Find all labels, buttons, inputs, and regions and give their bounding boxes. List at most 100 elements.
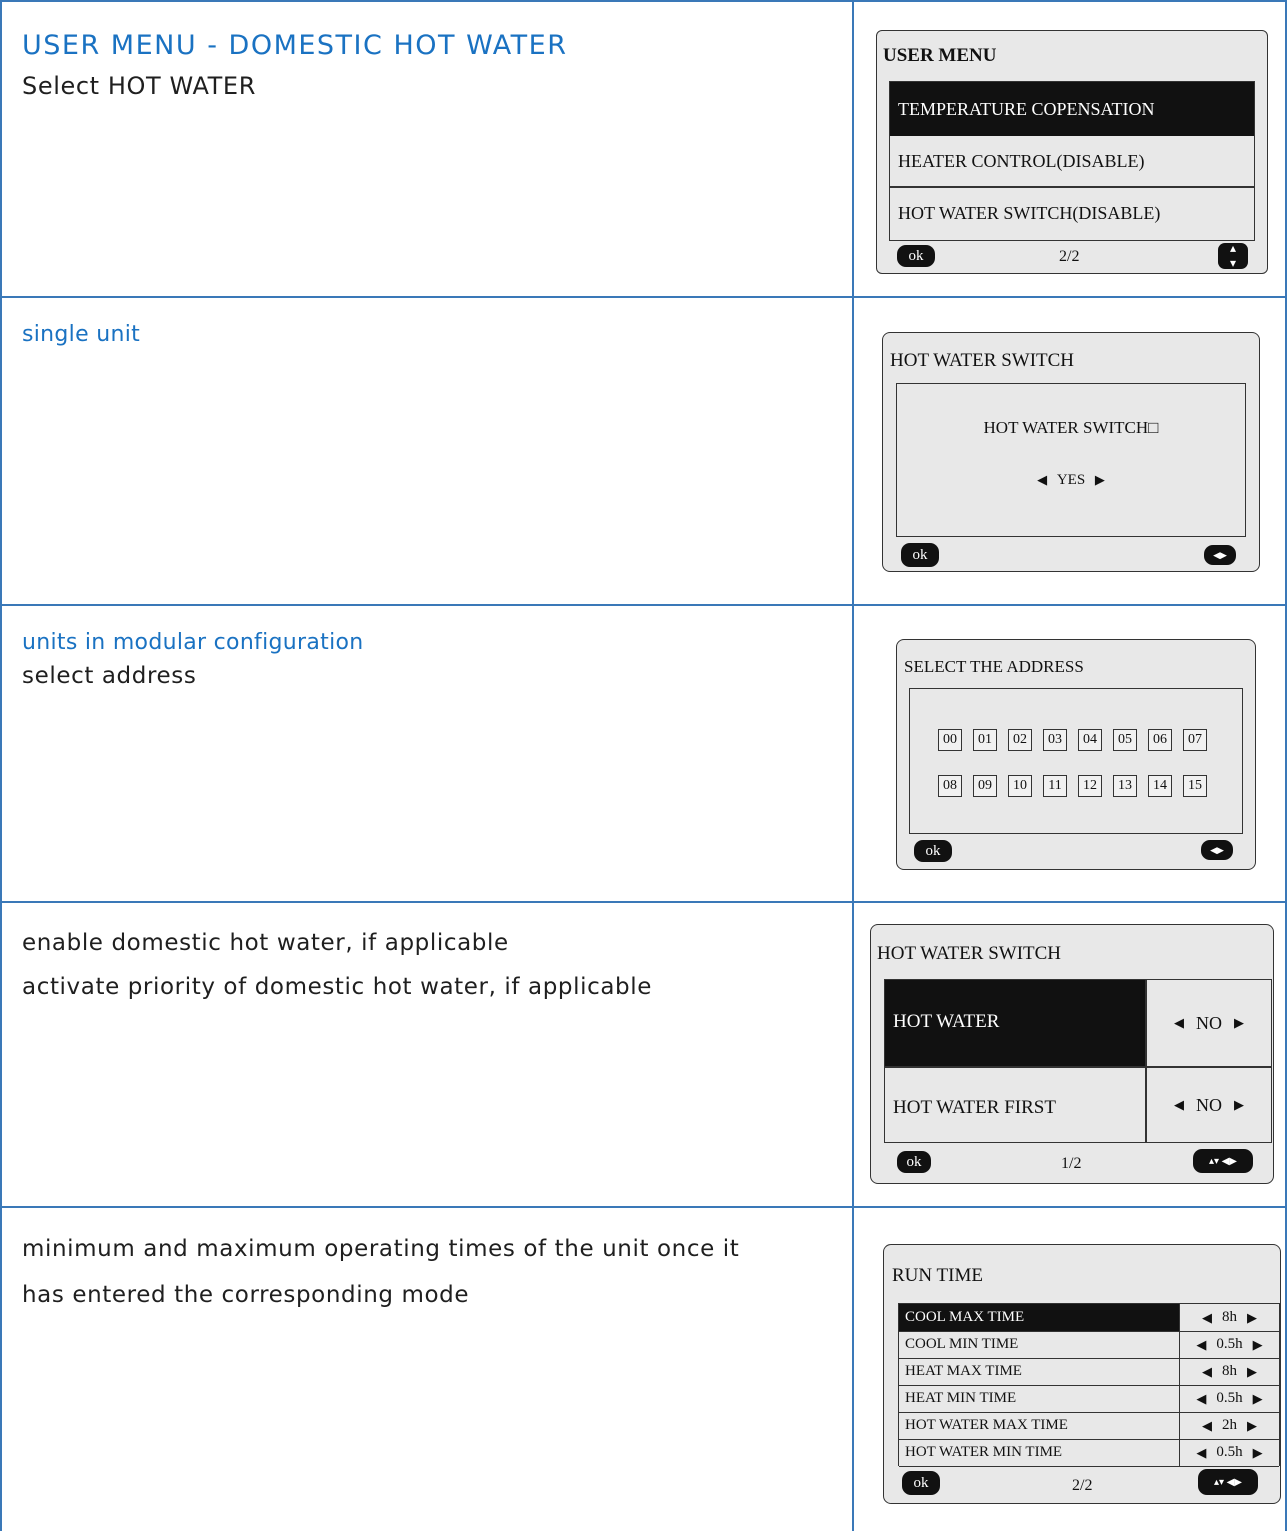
setting-value-selector[interactable]: ◀ NO ▶	[1147, 980, 1271, 1066]
run-time-value-selector[interactable]: ◀ 0.5h ▶	[1179, 1385, 1279, 1412]
address-cell[interactable]: 13	[1113, 775, 1137, 797]
arrow-left-icon[interactable]: ◀	[1174, 1097, 1184, 1113]
lcd-title: SELECT THE ADDRESS	[904, 657, 1084, 676]
row-1-text: USER MENU - DOMESTIC HOT WATER Select HO…	[22, 30, 568, 105]
run-time-label: HOT WATER MIN TIME	[905, 1444, 1063, 1460]
run-time-value-selector[interactable]: ◀ 2h ▶	[1179, 1412, 1279, 1439]
arrow-right-icon[interactable]: ▶	[1253, 1391, 1263, 1407]
setting-label[interactable]: HOT WATER FIRST	[893, 1097, 1056, 1119]
ok-button[interactable]: ok	[902, 1471, 940, 1495]
lcd-hot-water-settings: HOT WATER SWITCH HOT WATER ◀ NO ▶ HOT WA…	[870, 924, 1274, 1184]
arrow-left-icon[interactable]: ◀	[1196, 1337, 1206, 1353]
address-cell[interactable]: 12	[1078, 775, 1102, 797]
address-cell[interactable]: 00	[938, 729, 962, 751]
setting-label[interactable]: HOT WATER	[893, 1011, 999, 1033]
left-right-icon[interactable]: ◀▶	[1204, 545, 1236, 565]
arrow-right-icon[interactable]: ▶	[1095, 472, 1105, 487]
arrow-left-icon[interactable]: ◀	[1202, 1418, 1212, 1434]
ok-button[interactable]: ok	[914, 840, 952, 862]
ok-button[interactable]: ok	[897, 1151, 931, 1173]
switch-value-selector[interactable]: ◀ YES ▶	[897, 472, 1245, 489]
arrow-right-icon[interactable]: ▶	[1247, 1364, 1257, 1380]
address-cell[interactable]: 03	[1043, 729, 1067, 751]
address-cell[interactable]: 15	[1183, 775, 1207, 797]
address-row: 00 01 02 03 04 05 06 07	[938, 729, 1218, 751]
address-cell[interactable]: 07	[1183, 729, 1207, 751]
up-down-left-right-icon[interactable]: ▴▾ ◀▶	[1198, 1469, 1258, 1495]
menu-item-temperature-compensation[interactable]: TEMPERATURE COPENSATION	[890, 82, 1254, 136]
run-time-row[interactable]: HOT WATER MAX TIME ◀ 2h ▶	[899, 1412, 1279, 1440]
instruction-line: select address	[22, 663, 197, 689]
menu-list: TEMPERATURE COPENSATION HEATER CONTROL(D…	[889, 81, 1255, 241]
run-time-value: 0.5h	[1216, 1390, 1243, 1406]
lcd-title: HOT WATER SWITCH	[877, 943, 1062, 964]
run-time-label: HEAT MAX TIME	[905, 1363, 1022, 1379]
arrow-left-icon[interactable]: ◀	[1037, 472, 1047, 487]
row-divider	[0, 296, 1287, 298]
run-time-value: 8h	[1222, 1309, 1237, 1325]
address-cell[interactable]: 04	[1078, 729, 1102, 751]
instruction-line: Select HOT WATER	[22, 72, 256, 100]
run-time-row[interactable]: HOT WATER MIN TIME ◀ 0.5h ▶	[899, 1439, 1279, 1467]
page-title: USER MENU - DOMESTIC HOT WATER	[22, 30, 568, 61]
page-indicator: 1/2	[1061, 1155, 1082, 1172]
run-time-row[interactable]: HEAT MAX TIME ◀ 8h ▶	[899, 1358, 1279, 1386]
arrow-right-icon[interactable]: ▶	[1253, 1337, 1263, 1353]
arrow-right-icon[interactable]: ▶	[1234, 1097, 1244, 1113]
run-time-value: 8h	[1222, 1363, 1237, 1379]
run-time-label: HOT WATER MAX TIME	[905, 1417, 1068, 1433]
address-cell[interactable]: 02	[1008, 729, 1032, 751]
run-time-label: HEAT MIN TIME	[905, 1390, 1017, 1406]
run-time-label: COOL MIN TIME	[905, 1336, 1019, 1352]
address-cell[interactable]: 06	[1148, 729, 1172, 751]
address-cell[interactable]: 14	[1148, 775, 1172, 797]
address-cell[interactable]: 08	[938, 775, 962, 797]
page-indicator: 2/2	[1072, 1477, 1093, 1494]
setting-value: NO	[1196, 1012, 1222, 1033]
lcd-select-address: SELECT THE ADDRESS 00 01 02 03 04 05 06 07 08 09…	[896, 639, 1256, 870]
switch-prompt: HOT WATER SWITCH□	[983, 418, 1159, 437]
run-time-value: 0.5h	[1216, 1444, 1243, 1460]
address-cell[interactable]: 10	[1008, 775, 1032, 797]
arrow-right-icon[interactable]: ▶	[1234, 1015, 1244, 1031]
menu-item-heater-control[interactable]: HEATER CONTROL(DISABLE)	[890, 136, 1254, 186]
run-time-row[interactable]: COOL MIN TIME ◀ 0.5h ▶	[899, 1331, 1279, 1359]
run-time-row[interactable]: HEAT MIN TIME ◀ 0.5h ▶	[899, 1385, 1279, 1413]
run-time-value-selector[interactable]: ◀ 0.5h ▶	[1179, 1439, 1279, 1466]
address-cell[interactable]: 09	[973, 775, 997, 797]
arrow-right-icon[interactable]: ▶	[1247, 1418, 1257, 1434]
ok-button[interactable]: ok	[897, 245, 935, 267]
up-down-left-right-icon[interactable]: ▴▾ ◀▶	[1193, 1149, 1253, 1173]
section-heading: single unit	[22, 322, 141, 347]
table-border-top	[0, 0, 1287, 2]
setting-value: NO	[1196, 1094, 1222, 1115]
arrow-left-icon[interactable]: ◀	[1196, 1445, 1206, 1461]
run-time-row[interactable]: COOL MAX TIME ◀ 8h ▶	[899, 1304, 1279, 1332]
menu-item-label: TEMPERATURE COPENSATION	[898, 98, 1155, 119]
address-cell[interactable]: 01	[973, 729, 997, 751]
address-cell[interactable]: 05	[1113, 729, 1137, 751]
table-border-left	[0, 0, 2, 1531]
menu-item-hot-water-switch[interactable]: HOT WATER SWITCH(DISABLE)	[890, 187, 1254, 239]
lcd-title: RUN TIME	[892, 1265, 983, 1286]
arrow-right-icon[interactable]: ▶	[1253, 1445, 1263, 1461]
row-divider	[0, 604, 1287, 606]
switch-box: HOT WATER SWITCH□ ◀ YES ▶	[896, 383, 1246, 537]
run-time-value-selector[interactable]: ◀ 8h ▶	[1179, 1358, 1279, 1385]
row-5-text: minimum and maximum operating times of t…	[22, 1230, 739, 1314]
run-time-value-selector[interactable]: ◀ 8h ▶	[1179, 1304, 1279, 1331]
arrow-left-icon[interactable]: ◀	[1202, 1310, 1212, 1326]
arrow-left-icon[interactable]: ◀	[1174, 1015, 1184, 1031]
lcd-title: HOT WATER SWITCH	[890, 350, 1075, 371]
ok-button[interactable]: ok	[901, 543, 939, 567]
left-right-icon[interactable]: ◀▶	[1201, 840, 1233, 860]
row-2-text: single unit	[22, 322, 140, 347]
arrow-right-icon[interactable]: ▶	[1247, 1310, 1257, 1326]
arrow-left-icon[interactable]: ◀	[1196, 1391, 1206, 1407]
up-down-icon[interactable]: ▴ ▾	[1218, 241, 1248, 270]
address-cell[interactable]: 11	[1043, 775, 1067, 797]
run-time-value: 0.5h	[1216, 1336, 1243, 1352]
arrow-left-icon[interactable]: ◀	[1202, 1364, 1212, 1380]
run-time-value-selector[interactable]: ◀ 0.5h ▶	[1179, 1331, 1279, 1358]
setting-value-selector[interactable]: ◀ NO ▶	[1147, 1068, 1271, 1142]
